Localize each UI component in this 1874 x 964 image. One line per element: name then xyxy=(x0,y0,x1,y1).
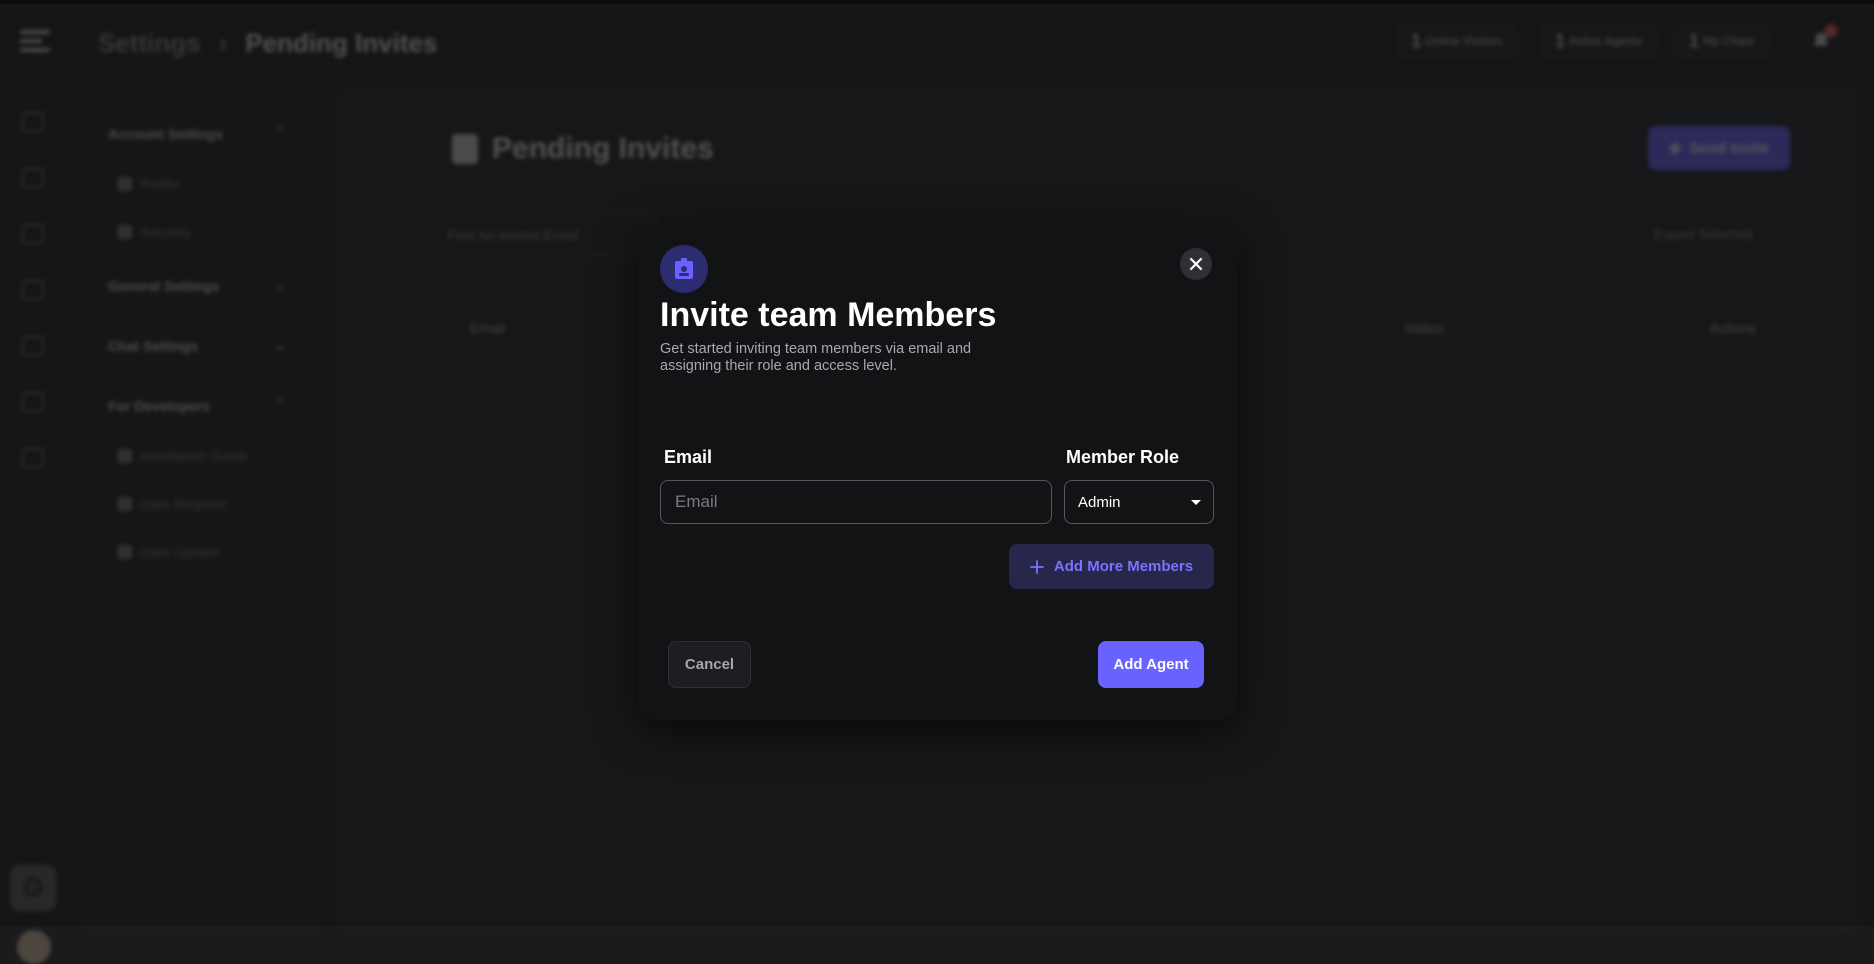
add-more-members-button[interactable]: Add More Members xyxy=(1009,544,1214,589)
member-role-value: Admin xyxy=(1078,493,1121,511)
add-agent-button[interactable]: Add Agent xyxy=(1098,641,1204,688)
member-role-label: Member Role xyxy=(1066,447,1180,467)
invite-modal: Invite team Members Get started inviting… xyxy=(638,224,1238,720)
app-root: Settings › Pending Invites 1 Online Visi… xyxy=(0,0,1874,964)
plus-icon xyxy=(1029,559,1044,574)
modal-description: Get started inviting team members via em… xyxy=(660,341,972,374)
cancel-button[interactable]: Cancel xyxy=(668,641,751,688)
email-field[interactable] xyxy=(660,480,1052,524)
chevron-down-icon xyxy=(1191,499,1201,505)
email-label: Email xyxy=(664,447,713,467)
close-button[interactable] xyxy=(1180,248,1212,280)
close-icon xyxy=(1189,257,1203,271)
avatar[interactable] xyxy=(17,930,51,964)
modal-title: Invite team Members xyxy=(660,296,997,334)
id-badge-icon xyxy=(660,245,708,293)
member-role-select[interactable]: Admin xyxy=(1064,480,1214,524)
add-more-members-label: Add More Members xyxy=(1053,558,1194,575)
